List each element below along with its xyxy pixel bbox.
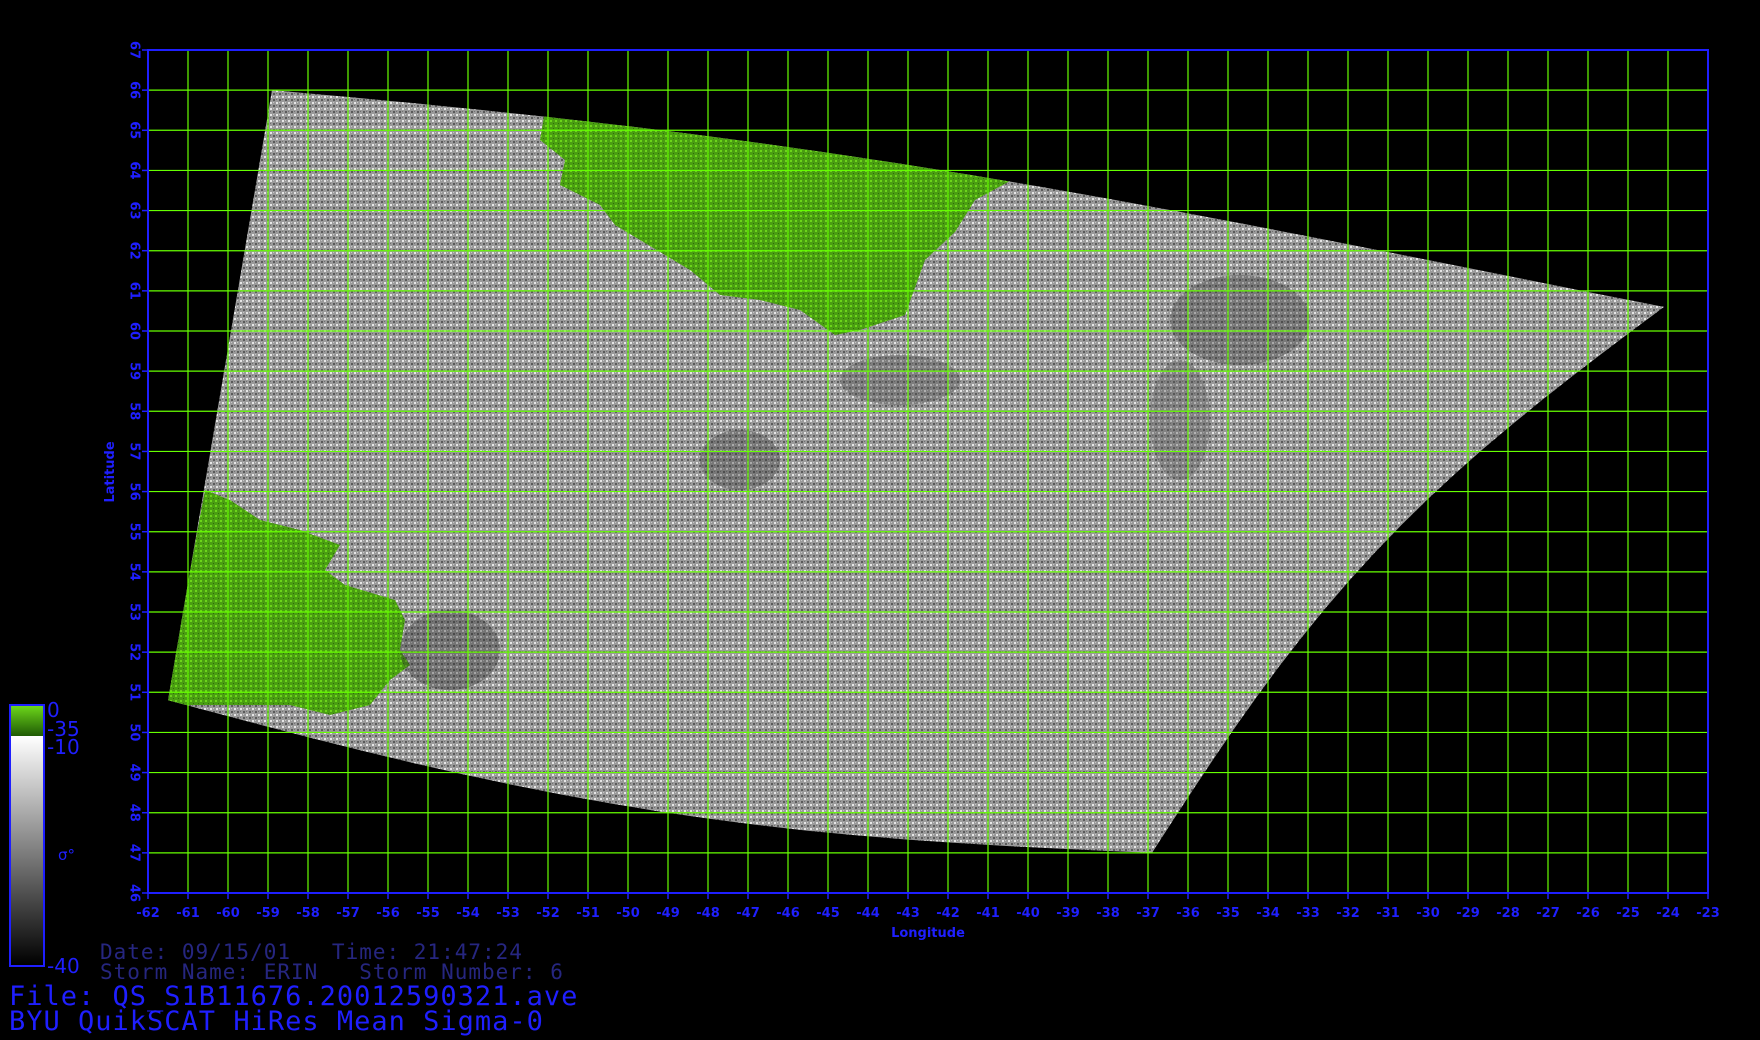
lon-tick-label: -24 <box>1656 906 1680 921</box>
lon-tick-label: -47 <box>736 906 760 921</box>
lon-tick-label: -33 <box>1296 906 1320 921</box>
colorbar-tick-10: -10 <box>47 735 80 759</box>
lon-tick-label: -26 <box>1576 906 1600 921</box>
lat-tick-label: 52 <box>127 643 142 661</box>
lon-tick-label: -41 <box>976 906 1000 921</box>
lon-tick-label: -50 <box>616 906 640 921</box>
lat-tick-label: 54 <box>127 563 142 581</box>
lon-tick-label: -51 <box>576 906 600 921</box>
lon-tick-label: -34 <box>1256 906 1280 921</box>
lat-tick-label: 47 <box>127 844 142 862</box>
product-title-line: BYU QuikSCAT HiRes Mean Sigma-0 <box>9 1006 544 1037</box>
lat-tick-label: 65 <box>127 121 142 139</box>
lat-tick-label: 46 <box>127 884 142 902</box>
lat-tick-label: 53 <box>127 603 142 621</box>
lon-tick-label: -59 <box>256 906 280 921</box>
lon-tick-label: -44 <box>856 906 880 921</box>
lat-tick-label: 62 <box>126 242 141 260</box>
lat-tick-label: 61 <box>127 282 142 300</box>
colorbar-tick-40: -40 <box>47 954 80 978</box>
lon-tick-label: -58 <box>296 906 320 921</box>
lat-tick-label: 66 <box>127 81 142 99</box>
lat-tick-label: 64 <box>127 161 142 179</box>
lon-tick-label: -52 <box>536 906 560 921</box>
lon-tick-label: -35 <box>1216 906 1240 921</box>
lon-tick-label: -39 <box>1056 906 1080 921</box>
lon-tick-label: -36 <box>1176 906 1200 921</box>
lon-tick-label: -54 <box>456 906 480 921</box>
lon-tick-label: -38 <box>1096 906 1120 921</box>
lon-tick-label: -30 <box>1416 906 1440 921</box>
lat-tick-label: 55 <box>127 523 142 541</box>
lon-tick-label: -62 <box>136 906 160 921</box>
lat-tick-label: 48 <box>127 804 142 822</box>
lon-tick-label: -48 <box>696 906 720 921</box>
lon-tick-label: -32 <box>1336 906 1360 921</box>
lon-tick-label: -37 <box>1136 906 1160 921</box>
colorbar-gray <box>11 736 43 965</box>
lat-tick-label: 51 <box>127 683 142 701</box>
y-axis-label: Latitude <box>103 441 118 503</box>
lon-tick-label: -25 <box>1616 906 1640 921</box>
lat-tick-label: 60 <box>127 322 142 340</box>
lon-tick-label: -60 <box>216 906 240 921</box>
lon-tick-label: -43 <box>896 906 920 921</box>
latitude-tick-labels: 46 47 48 49 50 51 52 53 54 55 56 57 58 59 60 61 62 63 64 65… <box>126 41 148 902</box>
colorbar: 0 -35 -10 -40 σ° <box>9 698 80 978</box>
lat-tick-label: 49 <box>127 764 142 782</box>
lon-tick-label: -53 <box>496 906 520 921</box>
lat-tick-label: 59 <box>127 362 142 380</box>
lat-tick-label: 63 <box>127 202 142 220</box>
lon-tick-label: -57 <box>336 906 360 921</box>
lon-tick-label: -42 <box>936 906 960 921</box>
sigma0-map: -62 -61 -60 -59 -58 -57 -56 -55 -54 -53 -52 -51 -50 -… <box>9 41 1720 978</box>
lon-tick-label: -23 <box>1696 906 1720 921</box>
lon-tick-label: -46 <box>776 906 800 921</box>
lon-tick-label: -56 <box>376 906 400 921</box>
lon-tick-label: -45 <box>816 906 840 921</box>
lat-tick-label: 50 <box>127 723 142 741</box>
lon-tick-label: -29 <box>1456 906 1480 921</box>
lat-tick-label: 56 <box>127 483 142 501</box>
colorbar-symbol: σ° <box>58 846 75 864</box>
lat-tick-label: 58 <box>127 402 142 420</box>
lat-tick-label: 57 <box>127 442 142 460</box>
lon-tick-label: -40 <box>1016 906 1040 921</box>
lat-tick-label: 67 <box>127 41 142 59</box>
lon-tick-label: -61 <box>176 906 200 921</box>
lon-tick-label: -28 <box>1496 906 1520 921</box>
colorbar-green <box>11 706 43 736</box>
lon-tick-label: -55 <box>416 906 440 921</box>
longitude-tick-labels: -62 -61 -60 -59 -58 -57 -56 -55 -54 -53 -52 -51 -50 -… <box>136 893 1720 921</box>
lon-tick-label: -49 <box>656 906 680 921</box>
x-axis-label: Longitude <box>891 926 965 941</box>
lon-tick-label: -31 <box>1376 906 1400 921</box>
lon-tick-label: -27 <box>1536 906 1560 921</box>
